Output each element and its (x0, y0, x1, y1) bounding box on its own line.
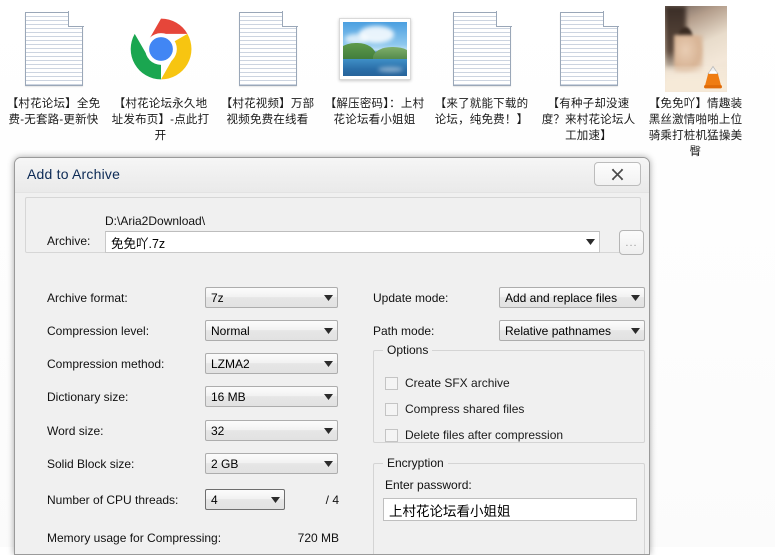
memory-compressing-value: 720 MB (297, 531, 339, 545)
compression-level-value: Normal (211, 323, 250, 338)
archive-name-value: 免免吖.7z (111, 236, 166, 251)
compression-method-label: Compression method: (47, 357, 165, 371)
checkbox-box (385, 428, 398, 442)
cpu-threads-total: / 4 (325, 493, 339, 507)
cpu-threads-value: 4 (211, 492, 218, 507)
dictionary-size-combobox[interactable]: 16 MB (205, 386, 338, 407)
chevron-down-icon (581, 239, 599, 245)
compression-method-value: LZMA2 (211, 356, 250, 371)
dialog-title-bar: Add to Archive (15, 158, 649, 193)
delete-files-after-compression-label: Delete files after compression (405, 428, 564, 442)
chevron-down-icon (319, 294, 337, 301)
encryption-legend: Encryption (383, 456, 448, 470)
chevron-down-icon (266, 496, 284, 503)
desktop-icon[interactable]: 【免免吖】情趣装黑丝激情啪啪上位骑乘打桩机猛操美臀 (642, 0, 749, 160)
compress-shared-files-checkbox[interactable]: Compress shared files (385, 402, 524, 416)
text-document-icon (553, 6, 625, 92)
desktop-icon[interactable]: 【解压密码】：上村花论坛看小姐姐 (321, 0, 428, 128)
checkbox-box (385, 376, 398, 390)
compress-shared-files-label: Compress shared files (405, 402, 525, 416)
chevron-down-icon (319, 393, 337, 400)
dictionary-size-value: 16 MB (211, 389, 246, 404)
desktop-icon[interactable]: 【村花论坛永久地址发布页】-点此打开 (107, 0, 214, 144)
chevron-down-icon (626, 327, 644, 334)
close-icon (611, 168, 624, 180)
word-size-value: 32 (211, 423, 225, 438)
update-mode-value: Add and replace files (505, 290, 618, 305)
desktop-icon-label: 【村花视频】万部视频免费在线看 (220, 98, 315, 126)
desktop-icon-row: 【村花论坛】全免费-无套路-更新快 【村花论坛永久地址发布页】-点此打开 【村花… (0, 0, 775, 160)
desktop-icon-label: 【免免吖】情趣装黑丝激情啪啪上位骑乘打桩机猛操美臀 (648, 98, 743, 158)
vlc-cone-icon (703, 65, 722, 89)
path-mode-label: Path mode: (373, 324, 435, 338)
dialog-body: Archive: D:\Aria2Download\ 免免吖.7z ... Ar… (15, 193, 649, 554)
browse-button[interactable]: ... (619, 230, 644, 255)
text-document-icon (232, 6, 304, 92)
chevron-down-icon (319, 360, 337, 367)
compression-method-combobox[interactable]: LZMA2 (205, 353, 338, 374)
desktop-icon-label: 【解压密码】：上村花论坛看小姐姐 (324, 98, 425, 126)
dialog-title: Add to Archive (27, 166, 121, 182)
chevron-down-icon (626, 294, 644, 301)
close-button[interactable] (594, 162, 641, 186)
create-sfx-archive-checkbox[interactable]: Create SFX archive (385, 376, 510, 390)
desktop-icon[interactable]: 【来了就能下载的论坛，纯免费！】 (428, 0, 535, 128)
add-to-archive-dialog: Add to Archive Archive: D:\Aria2Download… (14, 157, 650, 555)
desktop-icon[interactable]: 【村花视频】万部视频免费在线看 (214, 0, 321, 128)
landscape-photo-thumbnail-icon (338, 6, 411, 92)
solid-block-size-value: 2 GB (211, 456, 239, 471)
checkbox-box (385, 402, 398, 416)
dictionary-size-label: Dictionary size: (47, 390, 129, 404)
word-size-label: Word size: (47, 424, 104, 438)
archive-format-label: Archive format: (47, 291, 128, 305)
text-document-icon (446, 6, 518, 92)
chevron-down-icon (319, 327, 337, 334)
chevron-down-icon (319, 427, 337, 434)
update-mode-label: Update mode: (373, 291, 449, 305)
solid-block-size-label: Solid Block size: (47, 457, 135, 471)
create-sfx-archive-label: Create SFX archive (405, 376, 510, 390)
password-input[interactable]: 上村花论坛看小姐姐 (383, 498, 637, 521)
delete-files-after-compression-checkbox[interactable]: Delete files after compression (385, 428, 563, 442)
update-mode-combobox[interactable]: Add and replace files (499, 287, 645, 308)
desktop-icon[interactable]: 【村花论坛】全免费-无套路-更新快 (0, 0, 107, 128)
options-legend: Options (383, 343, 433, 357)
cpu-threads-combobox[interactable]: 4 (205, 489, 285, 510)
archive-path-text: D:\Aria2Download\ (105, 214, 206, 228)
desktop-icon-label: 【村花论坛】全免费-无套路-更新快 (6, 98, 101, 126)
enter-password-label: Enter password: (385, 478, 472, 492)
cpu-threads-label: Number of CPU threads: (47, 493, 179, 507)
desktop-icon-label: 【来了就能下载的论坛，纯免费！】 (434, 98, 529, 126)
video-thumbnail-icon (660, 6, 732, 92)
word-size-combobox[interactable]: 32 (205, 420, 338, 441)
chevron-down-icon (319, 460, 337, 467)
text-document-icon (18, 6, 90, 92)
path-mode-value: Relative pathnames (505, 323, 612, 338)
archive-format-combobox[interactable]: 7z (205, 287, 338, 308)
archive-format-value: 7z (211, 290, 224, 305)
path-mode-combobox[interactable]: Relative pathnames (499, 320, 645, 341)
desktop-icon-label: 【有种子却没速度？来村花论坛人工加速】 (541, 98, 636, 142)
desktop-icon[interactable]: 【有种子却没速度？来村花论坛人工加速】 (535, 0, 642, 144)
solid-block-size-combobox[interactable]: 2 GB (205, 453, 338, 474)
memory-compressing-label: Memory usage for Compressing: (47, 531, 222, 545)
desktop-icon-label: 【村花论坛永久地址发布页】-点此打开 (111, 98, 210, 142)
archive-label: Archive: (47, 234, 91, 248)
archive-name-combobox[interactable]: 免免吖.7z (105, 231, 600, 253)
chrome-icon (125, 6, 197, 92)
compression-level-combobox[interactable]: Normal (205, 320, 338, 341)
compression-level-label: Compression level: (47, 324, 150, 338)
